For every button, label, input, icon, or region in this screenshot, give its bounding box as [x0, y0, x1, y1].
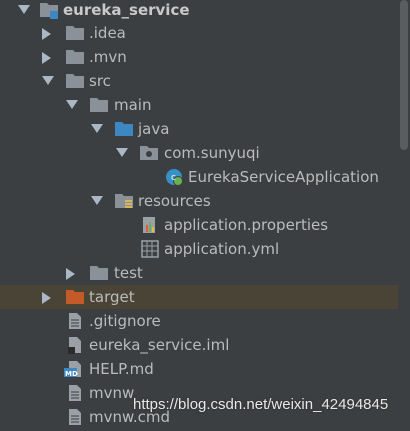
tree-item-label: resources: [138, 192, 211, 210]
properties-file-icon: [140, 215, 160, 235]
tree-item-label: com.sunyuqi: [164, 144, 260, 162]
folder-icon: [89, 95, 109, 115]
tree-row-eureka-service[interactable]: eureka_service: [0, 0, 398, 22]
tree-item-label: .gitignore: [89, 312, 161, 330]
tree-row-application-class[interactable]: c EurekaServiceApplication: [0, 165, 398, 189]
source-root-folder-icon: [114, 119, 134, 139]
tree-item-label: application.properties: [164, 216, 329, 234]
tree-item-label: java: [138, 120, 170, 138]
chevron-down-icon[interactable]: [17, 0, 31, 22]
resources-folder-icon: [114, 191, 134, 211]
chevron-right-icon[interactable]: [41, 21, 55, 45]
svg-text:c: c: [171, 173, 176, 183]
text-file-icon: [65, 311, 85, 331]
vertical-scrollbar[interactable]: [400, 0, 408, 150]
tree-item-label: eureka_service: [63, 1, 190, 19]
tree-row-package[interactable]: com.sunyuqi: [0, 141, 398, 165]
tree-row-src[interactable]: src: [0, 69, 398, 93]
tree-item-label: .idea: [89, 24, 126, 42]
chevron-down-icon[interactable]: [41, 69, 55, 93]
tree-item-label: src: [89, 72, 111, 90]
module-folder-icon: [39, 0, 59, 20]
tree-item-label: mvnw: [89, 384, 135, 402]
chevron-right-icon[interactable]: [65, 261, 79, 285]
tree-row-main[interactable]: main: [0, 93, 398, 117]
chevron-down-icon[interactable]: [90, 117, 104, 141]
text-file-icon: [65, 407, 85, 427]
project-tree: eureka_service .idea .mvn src main java …: [0, 0, 410, 426]
chevron-right-icon[interactable]: [41, 285, 55, 309]
package-icon: [139, 143, 159, 163]
chevron-down-icon[interactable]: [65, 93, 79, 117]
svg-text:MD: MD: [65, 370, 78, 378]
tree-row-idea[interactable]: .idea: [0, 21, 398, 45]
folder-icon: [65, 23, 85, 43]
tree-item-label: .mvn: [89, 48, 127, 66]
tree-row-java[interactable]: java: [0, 117, 398, 141]
watermark-text: https://blog.csdn.net/weixin_42494845: [133, 396, 389, 413]
spring-boot-class-icon: c: [164, 167, 184, 187]
tree-item-label: eureka_service.iml: [89, 336, 230, 354]
tree-row-application-yml[interactable]: application.yml: [0, 237, 398, 261]
folder-icon: [89, 263, 109, 283]
tree-row-target[interactable]: target: [0, 285, 398, 309]
text-file-icon: [65, 383, 85, 403]
tree-row-application-properties[interactable]: application.properties: [0, 213, 398, 237]
tree-item-label: test: [114, 264, 143, 282]
folder-icon: [65, 71, 85, 91]
tree-item-label: target: [89, 288, 135, 306]
chevron-right-icon[interactable]: [41, 45, 55, 69]
tree-row-mvn[interactable]: .mvn: [0, 45, 398, 69]
tree-row-resources[interactable]: resources: [0, 189, 398, 213]
tree-row-help-md[interactable]: MD HELP.md: [0, 357, 398, 381]
folder-icon: [65, 47, 85, 67]
chevron-down-icon[interactable]: [115, 141, 129, 165]
markdown-file-icon: MD: [63, 359, 83, 379]
tree-item-label: EurekaServiceApplication: [188, 168, 379, 186]
tree-item-label: application.yml: [164, 240, 280, 258]
tree-row-gitignore[interactable]: .gitignore: [0, 309, 398, 333]
tree-row-test[interactable]: test: [0, 261, 398, 285]
yml-file-icon: [140, 239, 160, 259]
iml-file-icon: [65, 335, 85, 355]
chevron-down-icon[interactable]: [90, 189, 104, 213]
tree-item-label: HELP.md: [89, 360, 154, 378]
tree-item-label: main: [114, 96, 152, 114]
tree-row-iml[interactable]: eureka_service.iml: [0, 333, 398, 357]
excluded-folder-icon: [65, 287, 85, 307]
